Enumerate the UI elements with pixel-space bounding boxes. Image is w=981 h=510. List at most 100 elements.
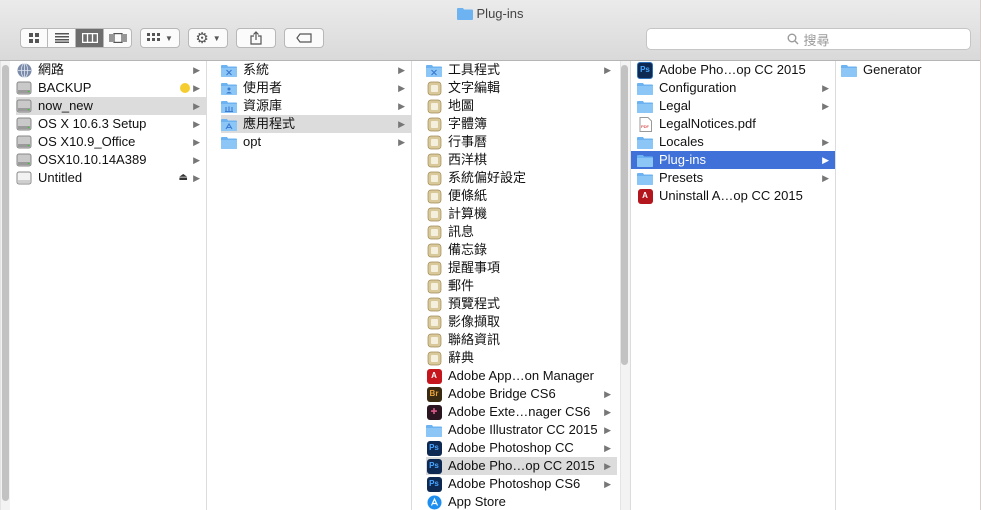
list-item[interactable]: 聯絡資訊 <box>426 331 617 349</box>
share-icon <box>250 31 262 45</box>
list-item[interactable]: 行事曆 <box>426 133 617 151</box>
list-item[interactable]: 資源庫 ▶ <box>221 97 411 115</box>
chevron-down-icon: ▼ <box>165 33 173 43</box>
action-button[interactable]: ⚙ ▼ <box>188 28 228 48</box>
folder-icon <box>637 152 653 168</box>
list-item[interactable]: App Store <box>426 493 617 510</box>
icon-view-button[interactable] <box>20 28 48 48</box>
list-item[interactable]: now_new ▶ <box>16 97 206 115</box>
list-item[interactable]: 便條紙 <box>426 187 617 205</box>
list-item[interactable]: 工具程式 ▶ <box>426 61 617 79</box>
disclosure-arrow-icon: ▶ <box>604 389 611 399</box>
list-item[interactable]: Legal ▶ <box>631 97 835 115</box>
list-item[interactable]: 提醒事項 <box>426 259 617 277</box>
list-item[interactable]: Ps Adobe Photoshop CS6 ▶ <box>426 475 617 493</box>
list-item[interactable]: PDF LegalNotices.pdf <box>631 115 835 133</box>
list-item[interactable]: 影像擷取 <box>426 313 617 331</box>
list-item[interactable]: 訊息 <box>426 223 617 241</box>
list-item[interactable]: Ps Adobe Pho…op CC 2015 <box>631 61 835 79</box>
list-item[interactable]: A Adobe App…on Manager <box>426 367 617 385</box>
list-item[interactable]: Untitled ⏏ ▶ <box>16 169 206 187</box>
list-item[interactable]: Locales ▶ <box>631 133 835 151</box>
search-field[interactable]: 搜尋 <box>646 28 971 50</box>
folder-icon <box>637 80 653 96</box>
list-item[interactable]: A Uninstall A…op CC 2015 <box>631 187 835 205</box>
item-label: 網路 <box>38 62 65 77</box>
list-item[interactable]: 計算機 <box>426 205 617 223</box>
list-item[interactable]: OSX10.10.14A389 ▶ <box>16 151 206 169</box>
removable-drive-icon <box>16 170 32 186</box>
list-item[interactable]: 地圖 <box>426 97 617 115</box>
list-item[interactable]: ✚ Adobe Exte…nager CS6 ▶ <box>426 403 617 421</box>
disclosure-arrow-icon: ▶ <box>604 65 611 75</box>
list-item[interactable]: OS X10.9_Office ▶ <box>16 133 206 151</box>
list-item[interactable]: Configuration ▶ <box>631 79 835 97</box>
list-item[interactable]: Plug-ins ▶ <box>631 151 835 169</box>
disclosure-arrow-icon: ▶ <box>193 65 200 75</box>
gear-icon: ⚙ <box>195 29 209 47</box>
disclosure-arrow-icon: ▶ <box>822 83 829 93</box>
column-view-button[interactable] <box>76 28 104 48</box>
app-icon <box>426 188 442 204</box>
share-button[interactable] <box>236 28 276 48</box>
list-item[interactable]: 辭典 <box>426 349 617 367</box>
list-item[interactable]: 應用程式 ▶ <box>221 115 411 133</box>
column-browser: 網路 ▶ BACKUP ▶ now_new ▶ OS X 10.6.3 Setup ▶ OS X… <box>0 61 980 510</box>
list-item[interactable]: 西洋棋 <box>426 151 617 169</box>
columns-icon <box>81 33 98 43</box>
list-item[interactable]: 文字編輯 <box>426 79 617 97</box>
scrollbar-thumb[interactable] <box>2 65 9 501</box>
app-icon <box>426 296 442 312</box>
yellow-tag-dot <box>180 83 190 93</box>
disclosure-arrow-icon: ▶ <box>604 425 611 435</box>
list-item[interactable]: OS X 10.6.3 Setup ▶ <box>16 115 206 133</box>
list-view-button[interactable] <box>48 28 76 48</box>
list-item[interactable]: Ps Adobe Photoshop CC ▶ <box>426 439 617 457</box>
list-item[interactable]: 預覽程式 <box>426 295 617 313</box>
coverflow-view-button[interactable] <box>104 28 132 48</box>
list-item[interactable]: BACKUP ▶ <box>16 79 206 97</box>
item-label: Adobe Photoshop CS6 <box>448 476 581 491</box>
app-icon <box>426 350 442 366</box>
bridge-icon: Br <box>426 386 442 402</box>
item-label: Adobe Bridge CS6 <box>448 386 556 401</box>
list-item[interactable]: 網路 ▶ <box>16 61 206 79</box>
list-item[interactable]: 系統 ▶ <box>221 61 411 79</box>
list-item[interactable]: 郵件 <box>426 277 617 295</box>
item-label: opt <box>243 134 262 149</box>
app-store-icon <box>426 494 442 510</box>
app-icon <box>426 278 442 294</box>
list-item[interactable]: 字體簿 <box>426 115 617 133</box>
users-folder-icon <box>221 80 237 96</box>
disclosure-arrow-icon: ▶ <box>193 137 200 147</box>
list-item[interactable]: Generator <box>841 61 980 79</box>
adobe-icon: A <box>426 368 442 384</box>
disclosure-arrow-icon: ▶ <box>398 101 405 111</box>
disclosure-arrow-icon: ▶ <box>604 479 611 489</box>
list-item[interactable]: 系統偏好設定 <box>426 169 617 187</box>
list-item[interactable]: Adobe Illustrator CC 2015 ▶ <box>426 421 617 439</box>
app-icon <box>426 98 442 114</box>
arrange-button[interactable]: ▼ <box>140 28 180 48</box>
list-item[interactable]: Ps Adobe Pho…op CC 2015 ▶ <box>426 457 617 475</box>
scrollbar-thumb[interactable] <box>621 65 628 365</box>
extension-manager-icon: ✚ <box>426 404 442 420</box>
item-label: now_new <box>38 98 93 113</box>
list-item[interactable]: Br Adobe Bridge CS6 ▶ <box>426 385 617 403</box>
list-item[interactable]: opt ▶ <box>221 133 411 151</box>
item-label: 訊息 <box>448 224 475 239</box>
disclosure-arrow-icon: ▶ <box>398 65 405 75</box>
item-label: 系統偏好設定 <box>448 170 527 185</box>
item-label: 預覽程式 <box>448 296 501 311</box>
app-icon <box>426 260 442 276</box>
tags-button[interactable] <box>284 28 324 48</box>
list-item[interactable]: 備忘錄 <box>426 241 617 259</box>
item-label: 郵件 <box>448 278 475 293</box>
search-placeholder: 搜尋 <box>803 32 830 48</box>
hard-drive-icon <box>16 98 32 114</box>
coverflow-icon <box>108 33 127 43</box>
eject-icon[interactable]: ⏏ <box>179 169 188 187</box>
item-label: Legal <box>659 98 691 113</box>
list-item[interactable]: 使用者 ▶ <box>221 79 411 97</box>
list-item[interactable]: Presets ▶ <box>631 169 835 187</box>
